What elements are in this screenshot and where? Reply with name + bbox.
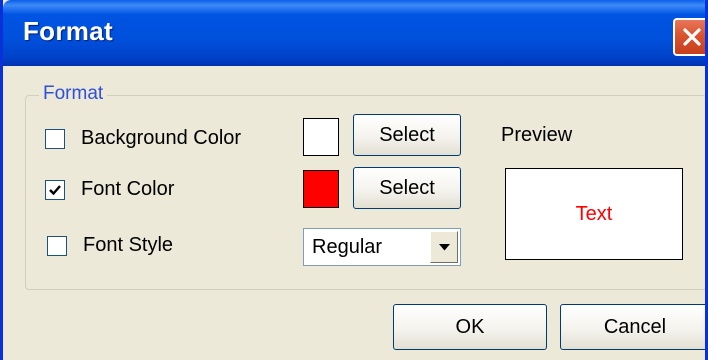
background-color-option[interactable]: Background Color: [45, 127, 285, 153]
cancel-button[interactable]: Cancel: [560, 304, 705, 350]
window-title: Format: [23, 16, 113, 46]
preview-box: Text: [505, 168, 683, 260]
background-color-checkbox[interactable]: [45, 129, 65, 149]
background-color-label: Background Color: [81, 127, 242, 149]
font-style-select[interactable]: Regular: [303, 228, 461, 266]
font-style-value: Regular: [312, 236, 383, 258]
preview-label: Preview: [501, 124, 573, 146]
font-style-label: Font Style: [83, 234, 174, 256]
preview-sample-text: Text: [575, 203, 613, 225]
font-style-checkbox[interactable]: [47, 236, 67, 256]
close-button[interactable]: [673, 18, 705, 56]
title-bar[interactable]: Format: [3, 0, 705, 66]
font-color-select-button[interactable]: Select: [353, 167, 461, 209]
font-color-checkbox[interactable]: [45, 180, 65, 200]
background-color-select-button[interactable]: Select: [353, 114, 461, 156]
format-dialog: Format Format Background Color Select Fo…: [0, 0, 708, 360]
font-style-option[interactable]: Font Style: [47, 234, 247, 260]
background-color-swatch: [303, 118, 339, 156]
ok-button[interactable]: OK: [393, 304, 547, 350]
checkmark-icon: [49, 185, 61, 196]
font-color-swatch: [303, 170, 339, 208]
font-color-label: Font Color: [81, 178, 175, 200]
chevron-down-icon: [439, 244, 450, 251]
font-color-option[interactable]: Font Color: [45, 178, 245, 204]
groupbox-label: Format: [39, 83, 108, 105]
close-icon: [683, 28, 701, 46]
dropdown-button[interactable]: [430, 231, 458, 263]
